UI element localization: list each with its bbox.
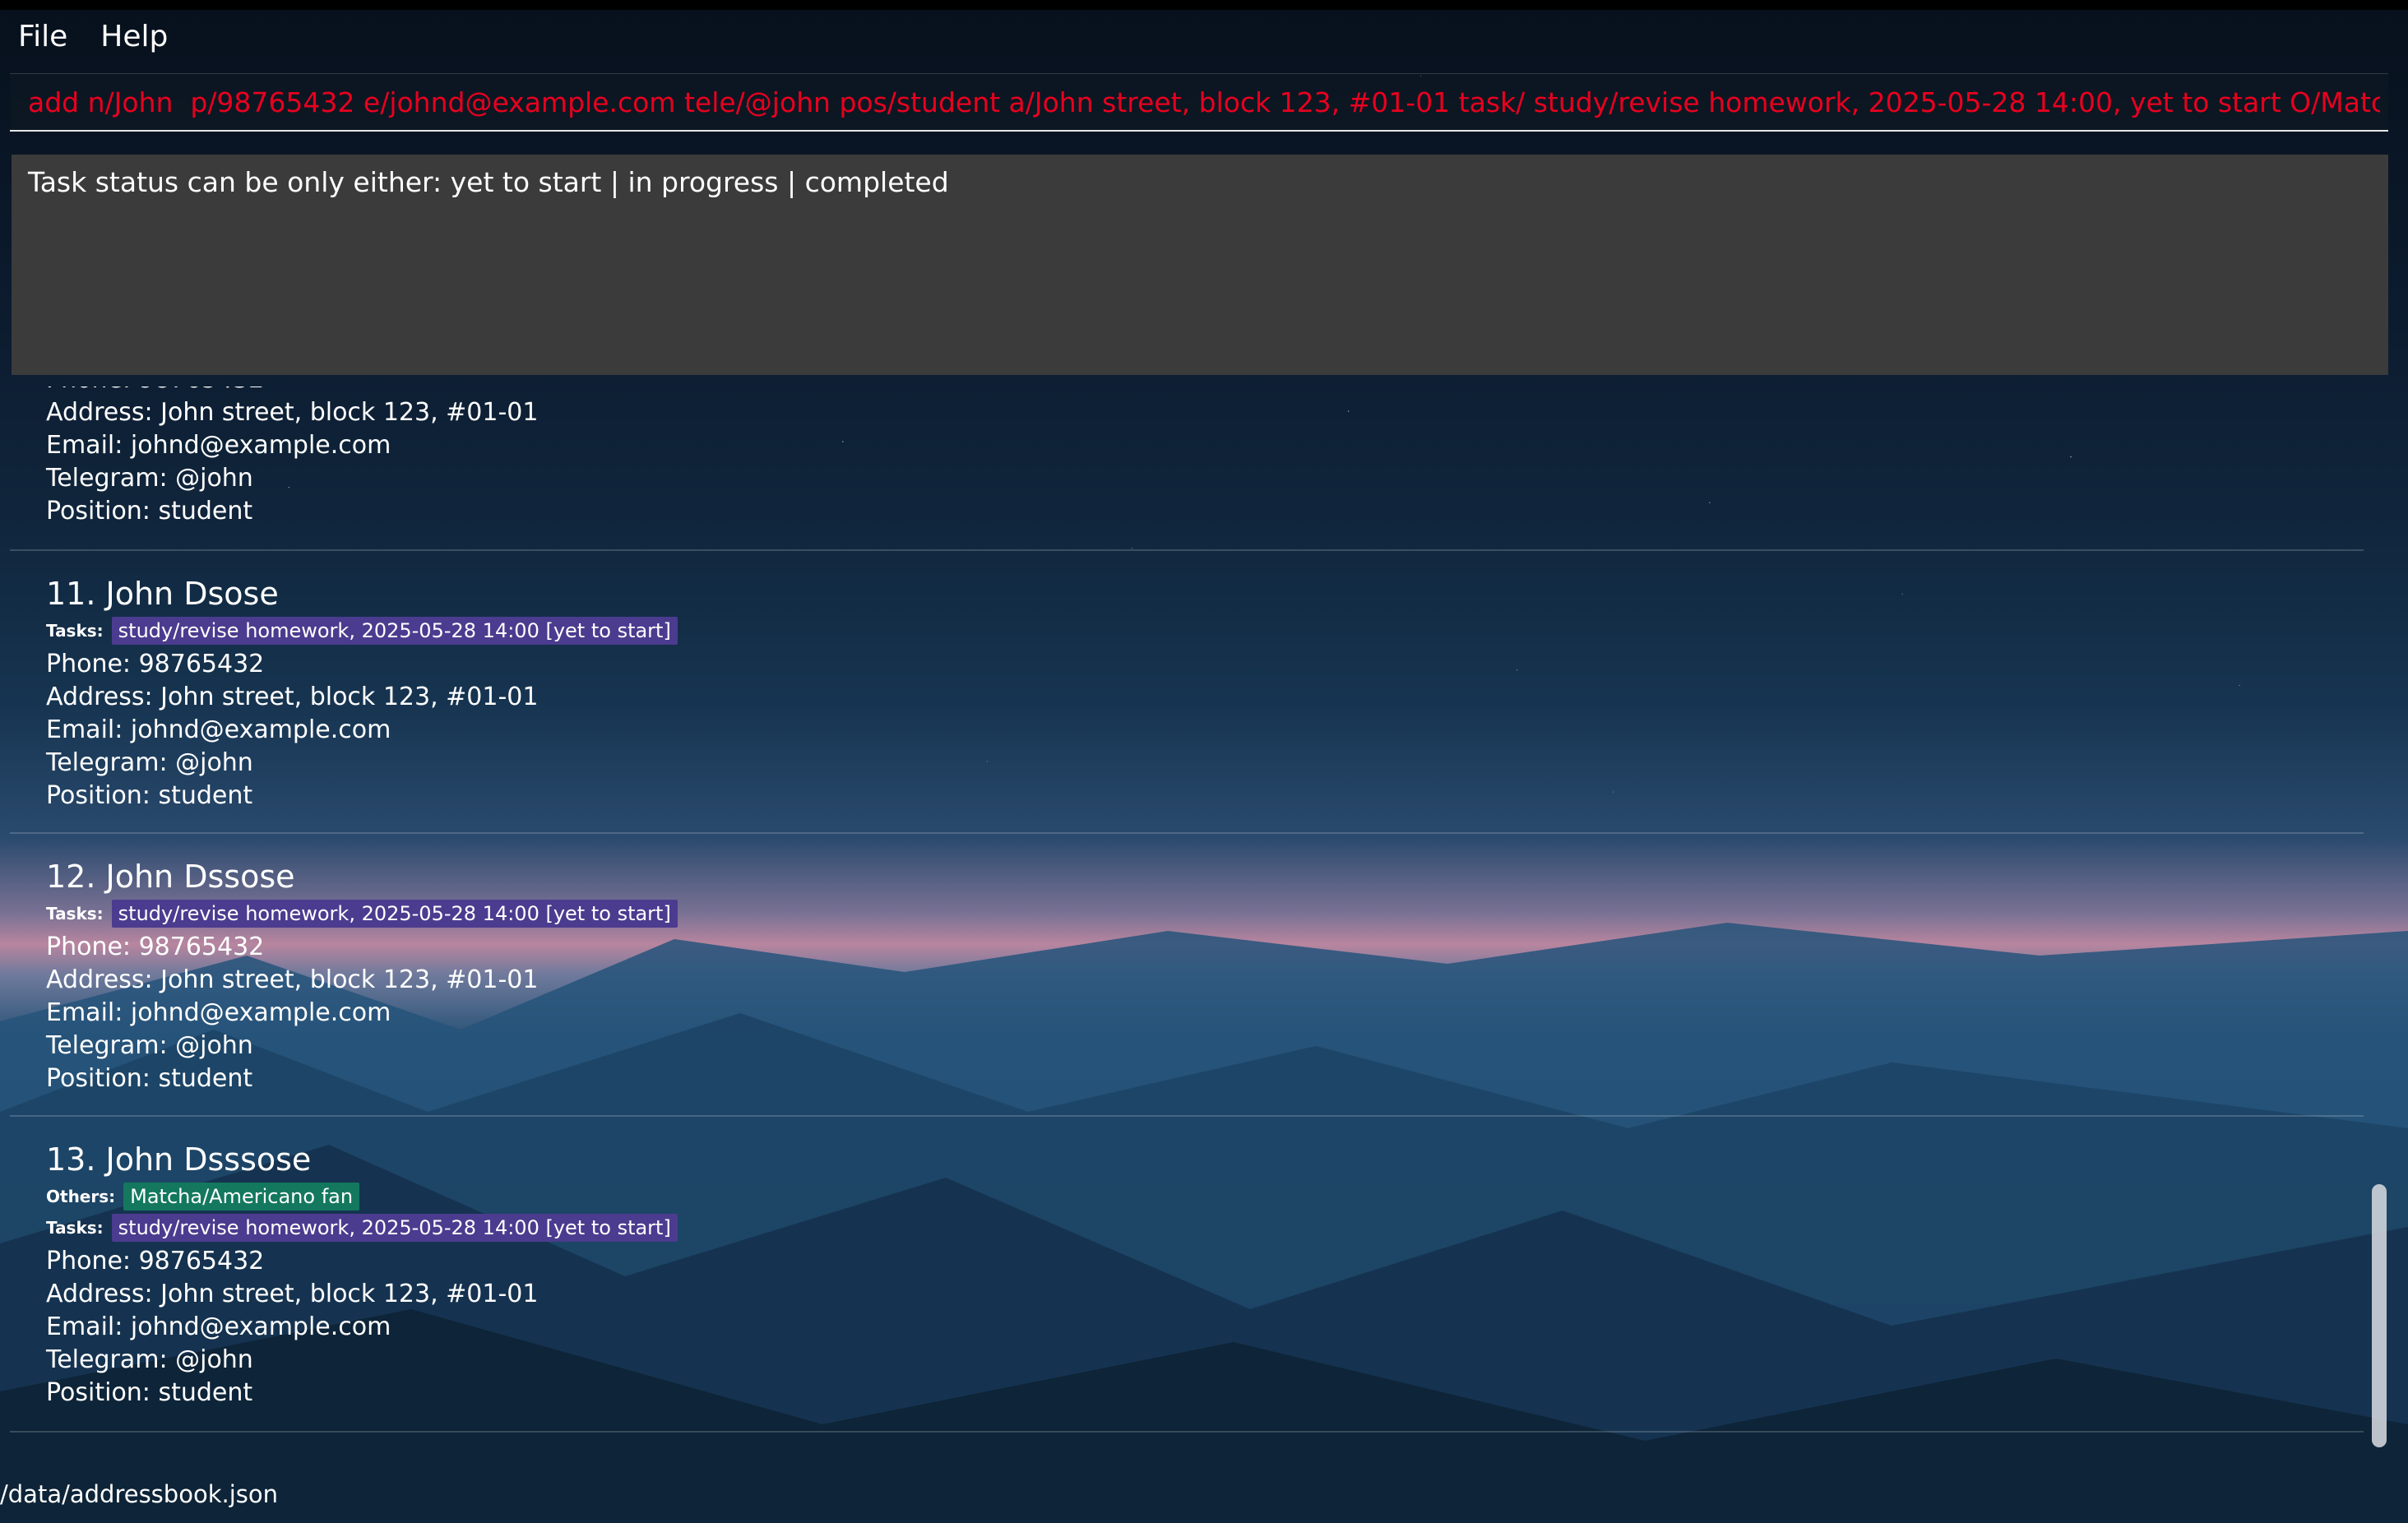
person-address: Address: John street, block 123, #01-01 <box>46 1280 539 1308</box>
person-phone: Phone: 98765432 <box>46 387 264 394</box>
person-email: Email: johnd@example.com <box>46 998 391 1027</box>
tasks-row: Tasks: study/revise homework, 2025-05-28… <box>46 1214 678 1242</box>
person-position: Position: student <box>46 781 253 810</box>
person-name: 11. John Dsose <box>46 576 279 612</box>
menu-file[interactable]: File <box>0 20 82 53</box>
scrollbar-thumb[interactable] <box>2372 1184 2387 1447</box>
person-email: Email: johnd@example.com <box>46 715 391 744</box>
person-name: 12. John Dssose <box>46 859 295 895</box>
person-telegram: Telegram: @john <box>46 464 253 493</box>
menu-bar: File Help <box>0 10 183 62</box>
person-telegram: Telegram: @john <box>46 1031 253 1060</box>
menu-help[interactable]: Help <box>82 20 183 53</box>
person-email: Email: johnd@example.com <box>46 1312 391 1341</box>
person-position: Position: student <box>46 497 253 525</box>
person-address: Address: John street, block 123, #01-01 <box>46 965 539 994</box>
person-name: 13. John Dsssose <box>46 1141 312 1178</box>
person-card[interactable]: 12. John Dssose Tasks: study/revise home… <box>10 834 2364 1117</box>
task-tag: study/revise homework, 2025-05-28 14:00 … <box>111 617 678 645</box>
status-bar-path: /data/addressbook.json <box>0 1480 278 1508</box>
command-box <box>10 73 2388 132</box>
window-top-edge <box>0 0 2408 10</box>
tasks-label: Tasks: <box>46 1218 104 1238</box>
tasks-row: Tasks: study/revise homework, 2025-05-28… <box>46 617 678 645</box>
person-position: Position: student <box>46 1378 253 1407</box>
person-address: Address: John street, block 123, #01-01 <box>46 398 539 427</box>
person-position: Position: student <box>46 1064 253 1093</box>
person-card[interactable]: 11. John Dsose Tasks: study/revise homew… <box>10 551 2364 834</box>
person-card[interactable]: Phone: 98765432 Address: John street, bl… <box>10 387 2364 551</box>
tasks-label: Tasks: <box>46 621 104 641</box>
result-display: Task status can be only either: yet to s… <box>12 155 2388 375</box>
other-tag: Matcha/Americano fan <box>123 1183 360 1211</box>
task-tag: study/revise homework, 2025-05-28 14:00 … <box>111 1214 678 1242</box>
person-card[interactable]: 13. John Dsssose Others: Matcha/American… <box>10 1117 2364 1433</box>
task-tag: study/revise homework, 2025-05-28 14:00 … <box>111 900 678 928</box>
person-address: Address: John street, block 123, #01-01 <box>46 683 539 711</box>
app-window: File Help Task status can be only either… <box>0 0 2408 1523</box>
tasks-row: Tasks: study/revise homework, 2025-05-28… <box>46 900 678 928</box>
person-list[interactable]: Phone: 98765432 Address: John street, bl… <box>10 387 2364 1456</box>
command-input[interactable] <box>26 86 2382 119</box>
person-email: Email: johnd@example.com <box>46 431 391 460</box>
others-row: Others: Matcha/Americano fan <box>46 1183 360 1211</box>
person-phone: Phone: 98765432 <box>46 933 265 961</box>
person-phone: Phone: 98765432 <box>46 1247 265 1275</box>
others-label: Others: <box>46 1187 116 1206</box>
person-telegram: Telegram: @john <box>46 748 253 777</box>
person-telegram: Telegram: @john <box>46 1345 253 1374</box>
tasks-label: Tasks: <box>46 904 104 924</box>
result-message: Task status can be only either: yet to s… <box>28 166 949 198</box>
person-phone: Phone: 98765432 <box>46 650 265 678</box>
